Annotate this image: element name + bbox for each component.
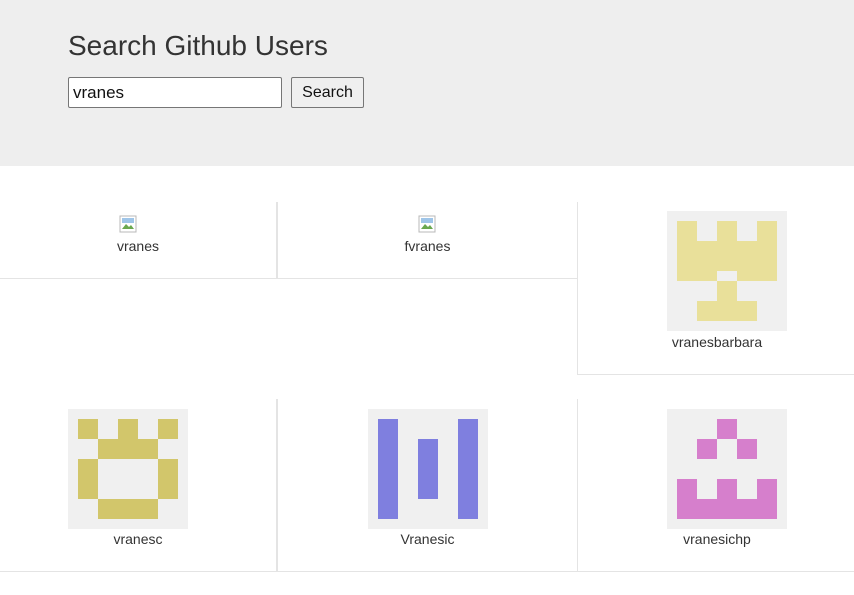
user-login[interactable]: vranesbarbara [578, 334, 854, 350]
user-login[interactable]: vranesichp [578, 531, 854, 547]
user-login[interactable]: fvranes [278, 238, 577, 254]
user-login[interactable]: vranesc [0, 531, 276, 547]
identicon-avatar [667, 409, 787, 529]
user-card-vranesichp[interactable]: vranesichp [577, 399, 854, 572]
identicon-avatar [368, 409, 488, 529]
identicon-avatar [68, 409, 188, 529]
user-login[interactable]: vranes [0, 238, 276, 254]
user-login[interactable]: Vranesic [278, 531, 577, 547]
user-card-vranesc[interactable]: vranesc [0, 399, 277, 572]
user-card-vranesic[interactable]: Vranesic [277, 399, 578, 572]
identicon-avatar [667, 211, 787, 331]
broken-image-icon [119, 215, 137, 233]
user-card-vranesbarbara[interactable]: vranesbarbara [577, 202, 854, 375]
broken-image-icon [418, 215, 436, 233]
user-card-vranes[interactable]: vranes [0, 202, 277, 279]
user-card-fvranes[interactable]: fvranes [277, 202, 578, 279]
results-grid: vranes fvranes vranesbarbara vranesc Vra… [0, 0, 854, 595]
